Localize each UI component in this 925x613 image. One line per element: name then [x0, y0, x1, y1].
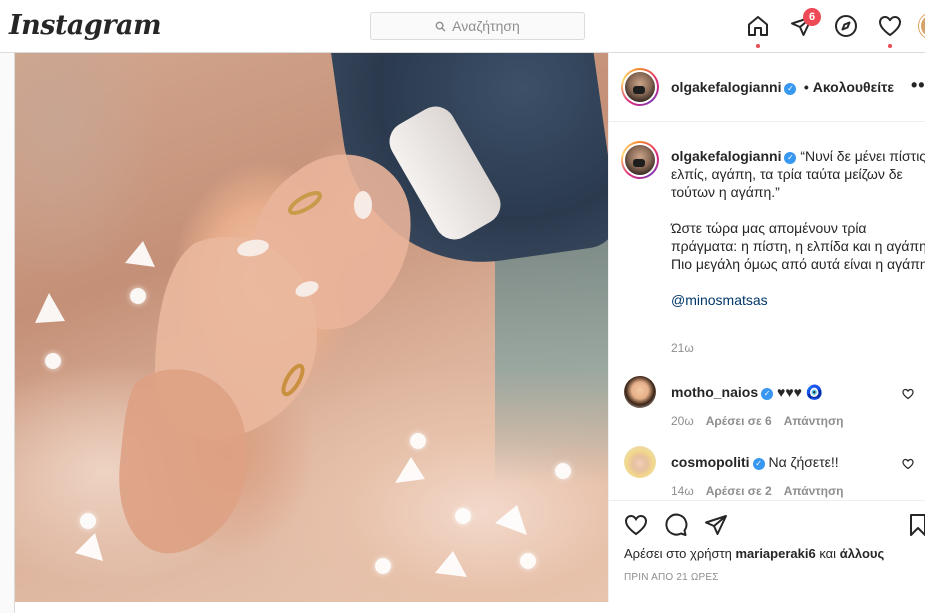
explore-icon	[835, 15, 857, 37]
commenter-username[interactable]: cosmopoliti	[671, 454, 750, 470]
post-header: olgakefalogianni✓ • Ακολουθείτε •••	[609, 53, 925, 122]
comment-text: ♥♥♥	[777, 384, 802, 400]
direct-messages-button[interactable]: 6	[790, 8, 821, 38]
commenter-username[interactable]: motho_naios	[671, 384, 758, 400]
verified-badge-icon: ✓	[761, 388, 774, 400]
comment-reply-button[interactable]: Απάντηση	[784, 414, 844, 428]
caption-mention-link[interactable]: @minosmatsas	[671, 292, 768, 308]
following-button[interactable]: • Ακολουθείτε	[804, 79, 894, 95]
home-icon	[748, 16, 768, 36]
comment-reply-button[interactable]: Απάντηση	[784, 484, 844, 498]
post-card: olgakefalogianni✓ • Ακολουθείτε ••• olga…	[14, 53, 925, 613]
post-sidebar: olgakefalogianni✓ • Ακολουθείτε ••• olga…	[608, 53, 925, 602]
share-icon[interactable]	[704, 513, 728, 537]
save-bookmark-icon[interactable]	[906, 513, 925, 537]
verified-badge-icon: ✓	[784, 152, 797, 164]
author-username[interactable]: olgakefalogianni	[671, 79, 781, 95]
search-input[interactable]: Αναζήτηση	[370, 12, 585, 40]
explore-button[interactable]	[834, 14, 858, 38]
commenter-avatar[interactable]	[624, 376, 656, 408]
activity-heart-icon	[879, 16, 901, 36]
post-timestamp[interactable]: ΠΡΙΝ ΑΠΟ 21 ΩΡΕΣ	[624, 572, 719, 583]
caption-author-avatar[interactable]	[621, 141, 659, 179]
comment-like-heart-icon[interactable]	[902, 388, 914, 400]
comment-bubble-icon[interactable]	[664, 513, 688, 537]
likes-others-link[interactable]: άλλους	[840, 546, 885, 561]
likes-user-link[interactable]: mariaperaki6	[735, 546, 815, 561]
post-actions: Αρέσει στο χρήστη mariaperaki6 και άλλου…	[609, 500, 925, 602]
instagram-logo[interactable]: Instagram	[9, 10, 162, 41]
search-icon	[435, 21, 446, 32]
comment-text: Να ζήσετε!!	[768, 454, 839, 470]
more-options-icon[interactable]: •••	[911, 75, 925, 96]
comment-emoji: 🧿	[805, 384, 824, 400]
post-caption: olgakefalogianni ✓ “Νυνί δε μένει πίστις,…	[671, 147, 925, 327]
top-navigation-bar: Instagram Αναζήτηση 6	[0, 0, 925, 53]
comment-time[interactable]: 20ω	[671, 414, 694, 428]
comment-likes[interactable]: Αρέσει σε 2	[706, 484, 772, 498]
home-indicator-dot	[756, 44, 760, 48]
caption-translation: Ώστε τώρα μας απομένουν τρία πράγματα: η…	[671, 220, 925, 272]
verified-badge-icon: ✓	[784, 83, 797, 95]
verified-badge-icon: ✓	[752, 458, 765, 470]
likes-summary: Αρέσει στο χρήστη mariaperaki6 και άλλου…	[624, 546, 885, 561]
profile-avatar[interactable]	[919, 13, 925, 39]
comment-likes[interactable]: Αρέσει σε 6	[706, 414, 772, 428]
activity-indicator-dot	[888, 44, 892, 48]
caption-username[interactable]: olgakefalogianni	[671, 148, 781, 164]
notifications-badge: 6	[803, 8, 821, 26]
like-heart-icon[interactable]	[624, 513, 648, 537]
author-avatar[interactable]	[621, 68, 659, 106]
photo-hands	[35, 154, 527, 577]
comment-like-heart-icon[interactable]	[902, 458, 914, 470]
search-placeholder: Αναζήτηση	[452, 18, 520, 34]
post-photo[interactable]	[15, 53, 608, 602]
home-button[interactable]	[746, 14, 770, 48]
activity-button[interactable]	[878, 14, 902, 48]
commenter-avatar[interactable]	[624, 446, 656, 478]
caption-timestamp[interactable]: 21ω	[671, 341, 694, 355]
comment-time[interactable]: 14ω	[671, 484, 694, 498]
